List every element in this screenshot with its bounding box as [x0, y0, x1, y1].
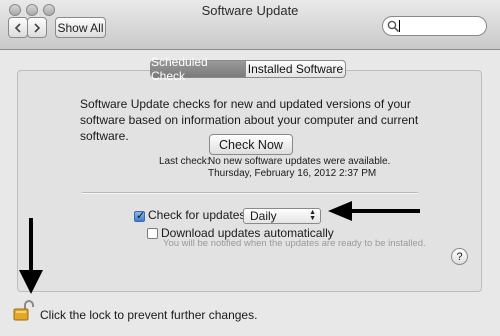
update-frequency-select[interactable]: Daily ▲ ▼ — [243, 208, 321, 224]
check-for-updates-label: Check for updates: — [148, 208, 249, 222]
update-frequency-value: Daily — [250, 209, 277, 223]
title-bar: Software Update Show All — [0, 0, 500, 50]
last-check-label: Last check: — [159, 156, 210, 167]
last-check-status: No new software updates were available. — [208, 156, 391, 167]
tab-scheduled-check[interactable]: Scheduled Check — [150, 55, 246, 83]
checkmark-icon: ✓ — [136, 210, 146, 222]
download-automatically-checkbox[interactable] — [147, 228, 158, 239]
help-button[interactable]: ? — [451, 248, 468, 265]
tab-bar: Scheduled Check Installed Software — [150, 55, 346, 83]
forward-arrow-icon — [34, 22, 41, 33]
popup-arrows-icon: ▲ ▼ — [309, 209, 316, 222]
help-label: ? — [456, 250, 463, 263]
divider — [82, 192, 418, 194]
tab-installed-software[interactable]: Installed Software — [246, 60, 346, 78]
check-now-button[interactable]: Check Now — [209, 134, 293, 155]
show-all-button[interactable]: Show All — [55, 17, 106, 38]
annotation-arrow-left-icon — [328, 201, 420, 221]
check-for-updates-checkbox[interactable]: ✓ — [134, 210, 146, 222]
download-hint-text: You will be notified when the updates ar… — [163, 238, 426, 249]
back-arrow-icon — [14, 22, 21, 33]
text-caret — [399, 20, 400, 32]
back-button[interactable] — [8, 17, 28, 38]
last-check-date: Thursday, February 16, 2012 2:37 PM — [208, 168, 377, 179]
forward-button[interactable] — [27, 17, 47, 38]
annotation-arrow-down-icon — [19, 218, 43, 294]
search-field[interactable] — [382, 16, 487, 36]
lock-open-icon[interactable] — [12, 300, 36, 322]
lock-status-text: Click the lock to prevent further change… — [40, 308, 258, 322]
